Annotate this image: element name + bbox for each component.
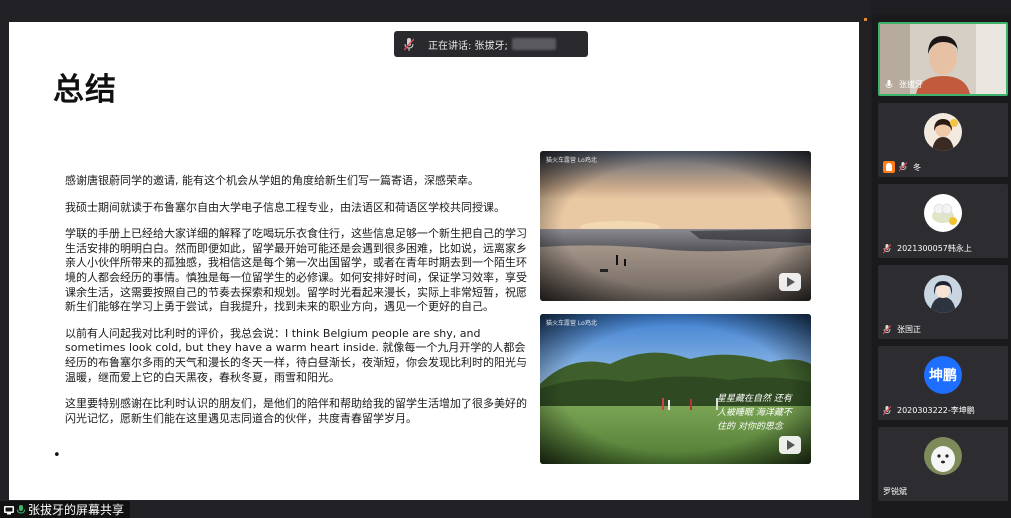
screen-share-area: 总结 感谢唐银蔚同学的邀请, 能有这个机会从学姐的角度给新生们写一篇寄语，深感荣… (0, 0, 870, 518)
mic-icon (885, 79, 893, 88)
paragraph-1: 感谢唐银蔚同学的邀请, 能有这个机会从学姐的角度给新生们写一篇寄语，深感荣幸。 (65, 174, 479, 187)
participant-name: 张拔牙 (899, 80, 923, 89)
mic-muted-icon (404, 37, 414, 51)
play-icon[interactable] (779, 273, 801, 291)
mic-muted-icon (883, 405, 891, 415)
bullet-dot: • (53, 448, 61, 463)
mic-muted-icon (883, 243, 891, 253)
participant-name-row: 冬 (883, 161, 921, 173)
park-photo[interactable]: 猫火车露营 Lo鸡北 星星藏在自然 还有人被睡眠 海洋藏不住的 对你的思念 (540, 314, 811, 464)
beach-photo[interactable]: 猫火车露营 Lo鸡北 (540, 151, 811, 301)
beach-photo-image (540, 151, 811, 301)
paragraph-5: 这里要特别感谢在比利时认识的朋友们，是他们的陪伴和帮助给我的留学生活增加了很多美… (65, 397, 527, 425)
participant-name-row: 张拔牙 (885, 79, 923, 90)
avatar (924, 194, 962, 232)
participant-name-row: 罗锐斌 (883, 486, 907, 497)
status-dot (864, 18, 867, 21)
speaking-label: 正在讲话: 张拔牙; (428, 40, 508, 52)
avatar (924, 275, 962, 313)
paragraph-4: 以前有人问起我对比利时的评价，我总会说：I think Belgium peop… (65, 326, 527, 384)
participant-name: 张国正 (897, 325, 921, 334)
photo-watermark: 猫火车露营 Lo鸡北 (546, 320, 597, 327)
photo-watermark: 猫火车露营 Lo鸡北 (546, 157, 597, 164)
avatar (924, 113, 962, 151)
speaking-indicator: 正在讲话: 张拔牙; (394, 31, 588, 57)
participant-name: 罗锐斌 (883, 487, 907, 496)
participant-tile[interactable]: 张国正 (878, 265, 1008, 339)
participants-panel: 张拔牙 冬 2021300057韩永上 张国正 坤鹏 2020303222-李坤… (872, 14, 1011, 518)
paragraph-3: 学联的手册上已经给大家详细的解释了吃喝玩乐衣食住行，这些信息足够一个新生把自己的… (65, 227, 527, 314)
screen-share-icon (4, 505, 14, 514)
redacted-name (511, 38, 556, 50)
park-photo-image (540, 314, 811, 464)
participant-tile[interactable]: 冬 (878, 103, 1008, 177)
shared-slide: 总结 感谢唐银蔚同学的邀请, 能有这个机会从学姐的角度给新生们写一篇寄语，深感荣… (9, 22, 859, 500)
participant-name: 冬 (913, 162, 921, 172)
avatar: 坤鹏 (924, 356, 962, 394)
host-badge-icon (883, 161, 895, 173)
participant-name: 2021300057韩永上 (897, 244, 972, 253)
participant-tile[interactable]: 张拔牙 (878, 22, 1008, 96)
participant-tile[interactable]: 罗锐斌 (878, 427, 1008, 501)
participant-tile[interactable]: 坤鹏 2020303222-李坤鹏 (878, 346, 1008, 420)
mic-muted-icon (899, 162, 907, 172)
participant-name-row: 2021300057韩永上 (883, 243, 972, 254)
slide-title: 总结 (53, 72, 117, 108)
screen-share-label: 张拔牙的屏幕共享 (0, 501, 131, 518)
screen-share-owner: 张拔牙的屏幕共享 (28, 503, 125, 517)
slide-body: 感谢唐银蔚同学的邀请, 能有这个机会从学姐的角度给新生们写一篇寄语，深感荣幸。 … (65, 174, 527, 438)
participant-tile[interactable]: 2021300057韩永上 (878, 184, 1008, 258)
play-icon[interactable] (779, 436, 801, 454)
mic-muted-icon (883, 324, 891, 334)
participant-name-row: 2020303222-李坤鹏 (883, 405, 975, 416)
paragraph-2: 我硕士期间就读于布鲁塞尔自由大学电子信息工程专业，由法语区和荷语区学校共同授课。 (65, 200, 505, 214)
participant-name-row: 张国正 (883, 324, 921, 335)
mic-icon (17, 504, 25, 514)
handwritten-caption: 星星藏在自然 还有人被睡眠 海洋藏不住的 对你的思念 (717, 394, 792, 432)
avatar (924, 437, 962, 475)
participant-name: 2020303222-李坤鹏 (897, 406, 975, 415)
